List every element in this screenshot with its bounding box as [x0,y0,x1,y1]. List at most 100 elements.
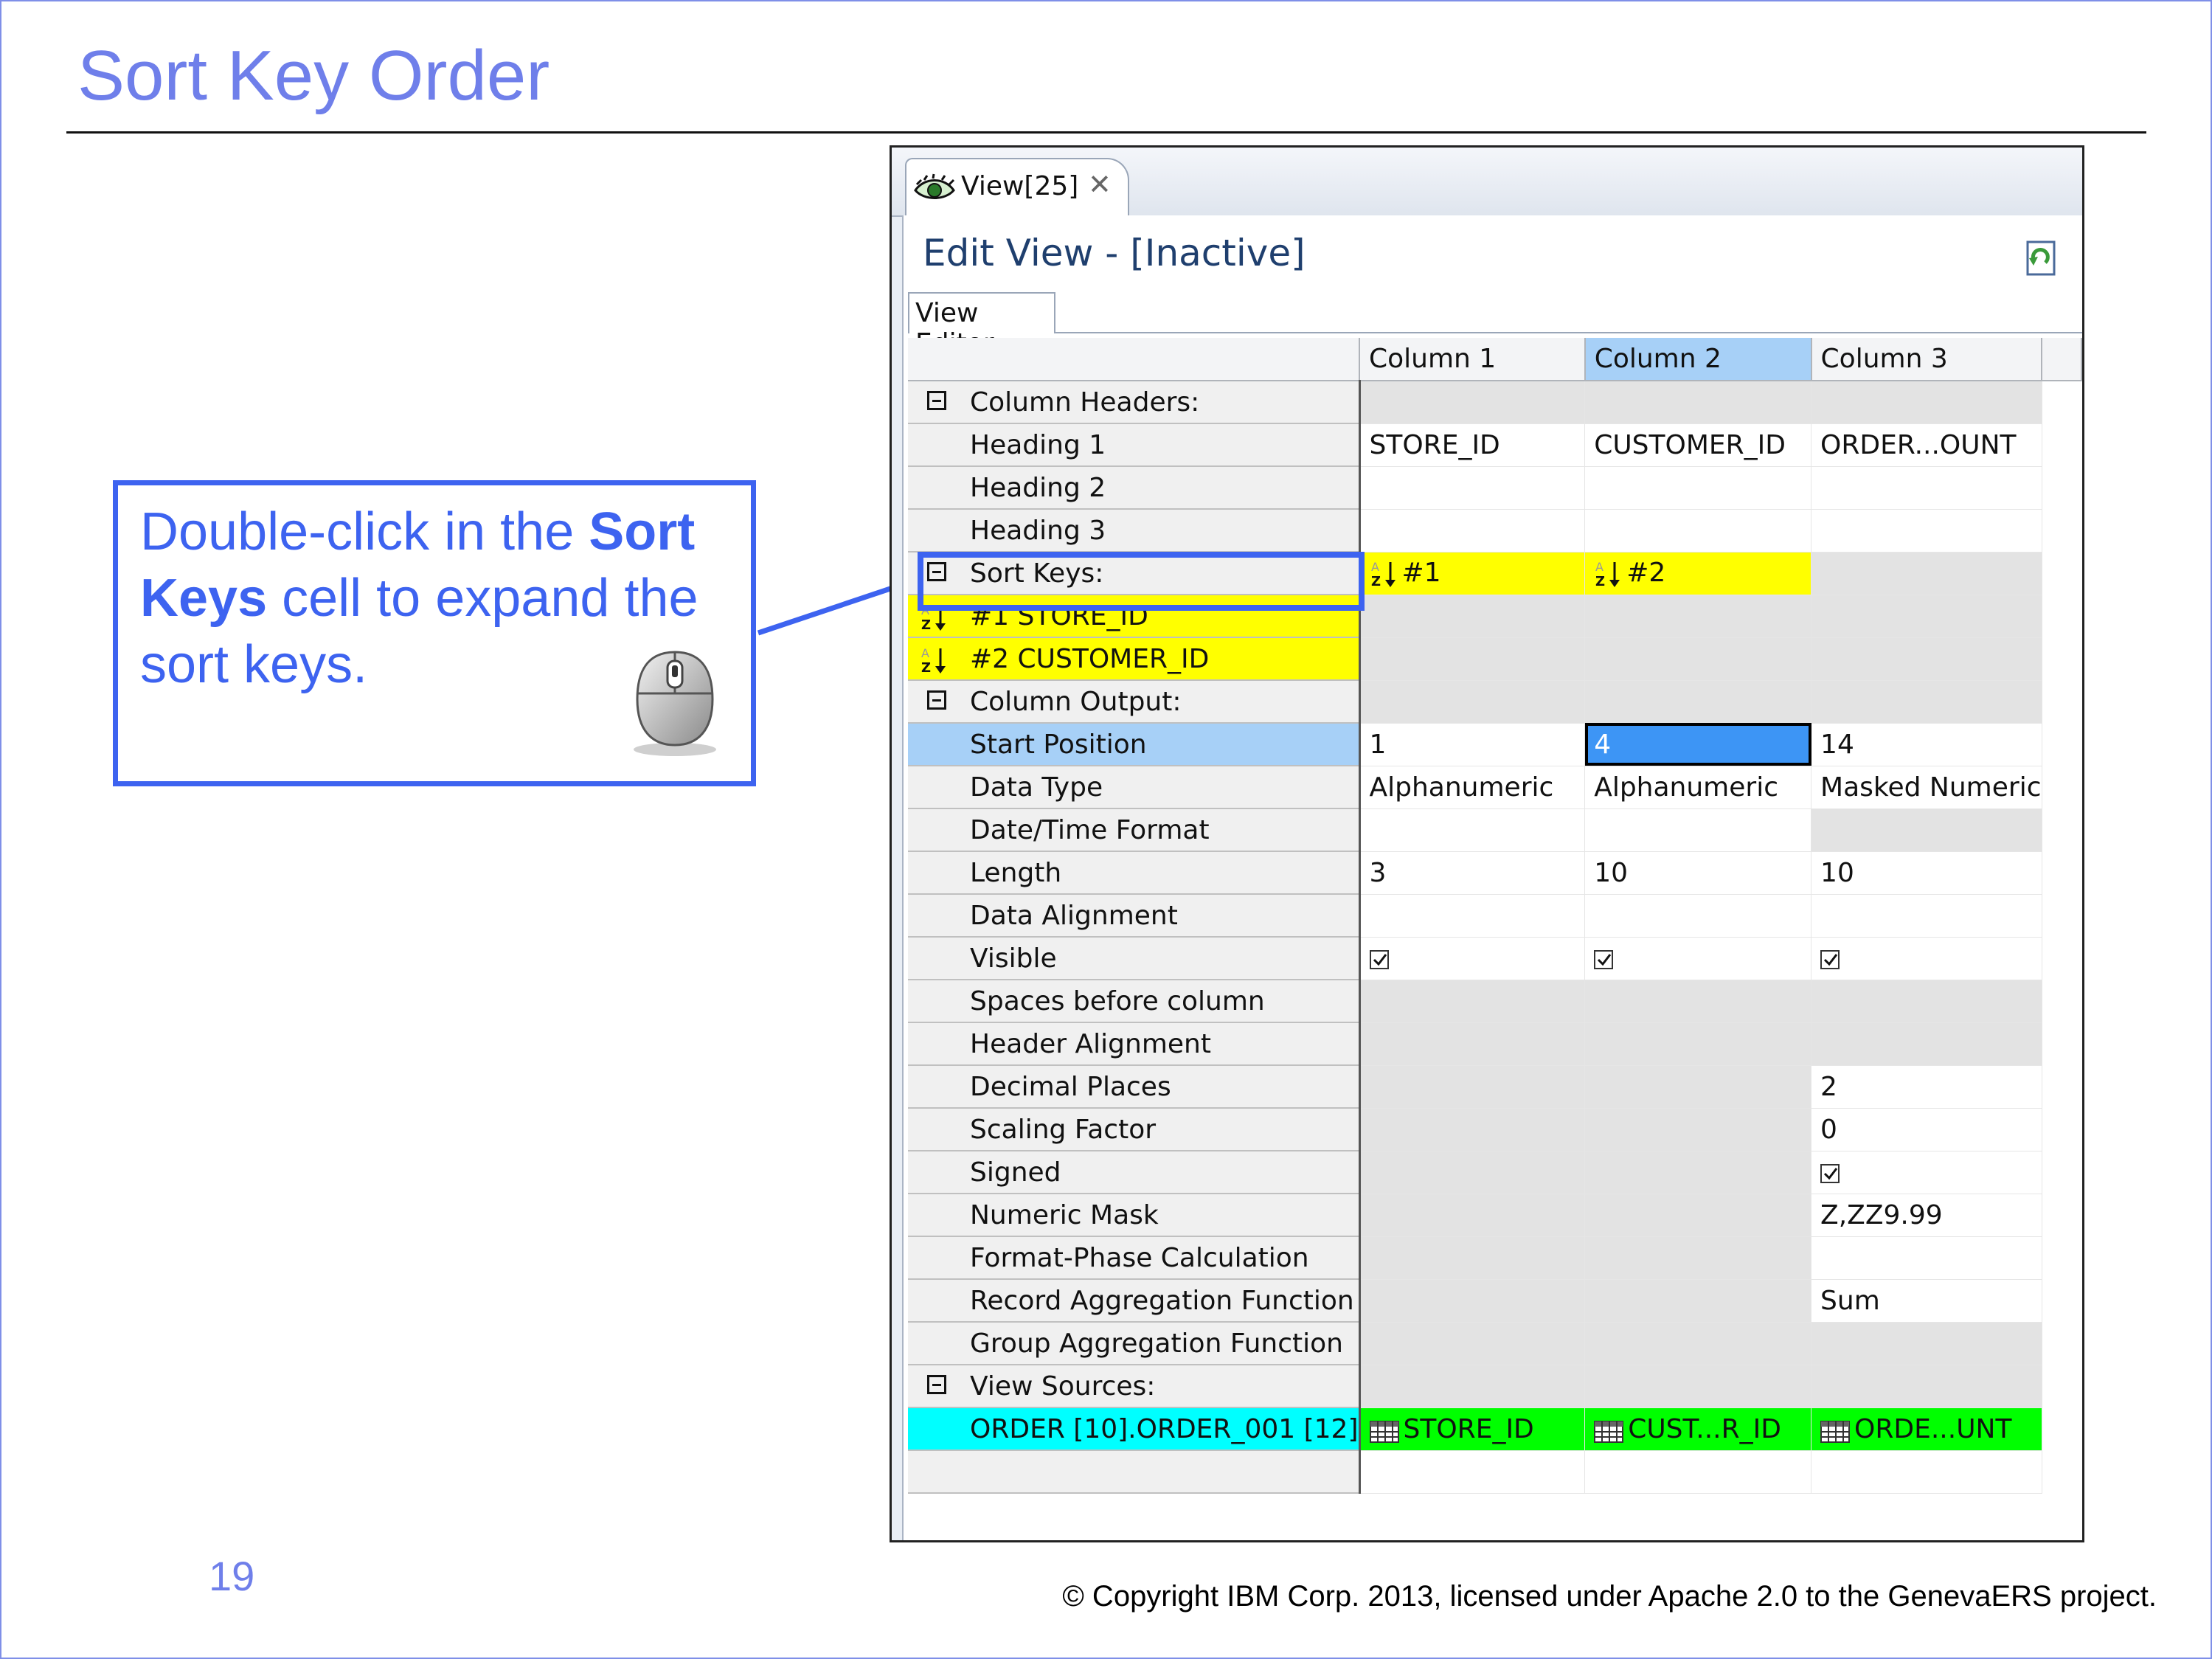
row-label[interactable]: ORDER [10].ORDER_001 [12] [908,1407,1361,1451]
grid-cell[interactable]: CUST...R_ID [1584,1407,1812,1451]
grid-cell[interactable]: STORE_ID [1359,423,1586,467]
grid-cell[interactable] [1359,381,1586,424]
grid-cell[interactable]: 2 [1811,1065,2042,1109]
row-label[interactable]: Column Output: [908,680,1361,724]
column-header[interactable]: Column 1 [1359,338,1586,381]
grid-cell[interactable] [1584,937,1812,980]
grid-cell[interactable] [1359,509,1586,553]
grid-cell[interactable] [1584,1022,1812,1066]
grid-cell[interactable] [1584,509,1812,553]
grid-cell[interactable] [1811,1365,2042,1408]
checkbox-checked[interactable] [1594,949,1614,969]
grid-cell[interactable]: 10 [1584,851,1812,895]
row-label[interactable]: Heading 3 [908,509,1361,553]
grid-cell[interactable] [1359,1322,1586,1365]
grid-cell[interactable] [1584,1322,1812,1365]
grid-cell[interactable] [1359,1065,1586,1109]
row-label[interactable]: Record Aggregation Function [908,1279,1361,1323]
grid-cell[interactable] [1811,1151,2042,1194]
grid-cell[interactable]: 10 [1811,851,2042,895]
row-label[interactable]: Numeric Mask [908,1194,1361,1237]
grid-cell[interactable] [1584,1365,1812,1408]
grid-cell[interactable] [1359,937,1586,980]
grid-cell[interactable] [1584,381,1812,424]
grid-cell[interactable] [1359,1450,1586,1494]
grid-cell[interactable] [1811,1322,2042,1365]
grid-cell[interactable] [1584,1065,1812,1109]
grid-cell[interactable]: A Z #1 [1359,552,1586,595]
grid-cell[interactable]: Masked Numeric [1811,766,2042,809]
grid-cell[interactable] [1811,552,2042,595]
collapse-icon[interactable] [927,1375,946,1394]
grid-cell[interactable] [1584,1108,1812,1151]
row-label[interactable]: Start Position [908,723,1361,766]
grid-cell[interactable] [1811,595,2042,638]
grid-cell[interactable]: 4 [1584,723,1812,766]
grid-cell[interactable]: 0 [1811,1108,2042,1151]
grid-cell[interactable] [1811,381,2042,424]
row-label[interactable]: Scaling Factor [908,1108,1361,1151]
checkbox-checked[interactable] [1369,949,1389,969]
grid-cell[interactable] [1359,1151,1586,1194]
grid-cell[interactable] [1584,595,1812,638]
grid-cell[interactable] [1359,980,1586,1023]
grid-cell[interactable] [1584,466,1812,510]
grid-cell[interactable] [1359,894,1586,938]
grid-cell[interactable]: 3 [1359,851,1586,895]
row-label[interactable]: Heading 1 [908,423,1361,467]
grid-cell[interactable] [1359,637,1586,681]
grid-cell[interactable] [1359,1194,1586,1237]
grid-cell[interactable] [1584,637,1812,681]
grid-cell[interactable] [1811,937,2042,980]
grid-cell[interactable] [1811,466,2042,510]
grid-cell[interactable] [1811,680,2042,724]
checkbox-checked[interactable] [1820,949,1840,969]
grid-cell[interactable]: Alphanumeric [1359,766,1586,809]
checkbox-checked[interactable] [1820,1163,1840,1183]
row-label[interactable]: Visible [908,937,1361,980]
row-label[interactable]: Heading 2 [908,466,1361,510]
grid-cell[interactable] [1811,1450,2042,1494]
row-label[interactable]: Format-Phase Calculation [908,1236,1361,1280]
close-icon[interactable]: ✕ [1088,168,1112,201]
grid-cell[interactable]: 14 [1811,723,2042,766]
row-label[interactable]: Data Alignment [908,894,1361,938]
grid-cell[interactable]: CUSTOMER_ID [1584,423,1812,467]
tab-view-editor[interactable]: View Editor [908,292,1055,359]
collapse-icon[interactable] [927,391,946,410]
grid-cell[interactable] [1811,509,2042,553]
row-label[interactable]: Spaces before column [908,980,1361,1023]
grid-cell[interactable] [1584,808,1812,852]
grid-cell[interactable]: Sum [1811,1279,2042,1323]
grid-cell[interactable] [1584,980,1812,1023]
row-label[interactable]: Data Type [908,766,1361,809]
row-label[interactable]: A Z #2 CUSTOMER_ID [908,637,1361,681]
row-label[interactable]: Length [908,851,1361,895]
grid-cell[interactable]: Alphanumeric [1584,766,1812,809]
row-label[interactable]: Header Alignment [908,1022,1361,1066]
row-label[interactable]: View Sources: [908,1365,1361,1408]
grid-cell[interactable] [1359,1108,1586,1151]
grid-cell[interactable] [1359,1279,1586,1323]
grid-cell[interactable] [1584,1151,1812,1194]
grid-cell[interactable] [1584,1450,1812,1494]
grid-cell[interactable] [1811,637,2042,681]
grid-cell[interactable] [1811,1022,2042,1066]
column-header[interactable]: Column 2 [1584,338,1812,381]
grid-cell[interactable] [1359,466,1586,510]
grid-cell[interactable]: Z,ZZ9.99 [1811,1194,2042,1237]
row-label[interactable]: Column Headers: [908,381,1361,424]
row-label[interactable]: Decimal Places [908,1065,1361,1109]
grid-cell[interactable] [1359,595,1586,638]
refresh-icon[interactable] [2020,238,2060,277]
grid-cell[interactable]: A Z #2 [1584,552,1812,595]
grid-cell[interactable]: ORDE...UNT [1811,1407,2042,1451]
row-label[interactable]: Signed [908,1151,1361,1194]
grid-cell[interactable]: STORE_ID [1359,1407,1586,1451]
grid-cell[interactable] [1811,808,2042,852]
grid-cell[interactable] [1359,680,1586,724]
grid-cell[interactable] [1359,808,1586,852]
grid-cell[interactable]: 1 [1359,723,1586,766]
grid-cell[interactable] [1584,894,1812,938]
row-label[interactable] [908,1450,1361,1494]
